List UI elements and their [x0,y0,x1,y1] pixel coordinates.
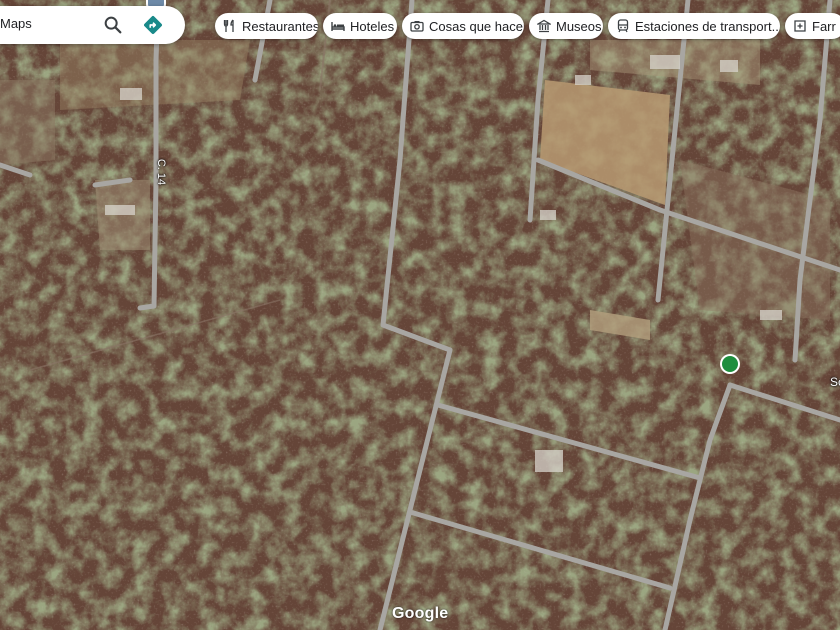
transit-icon [617,19,629,33]
chip-label: Estaciones de transport... [635,18,780,34]
search-text: Maps [0,16,32,31]
search-icon[interactable] [102,14,124,36]
chip-estaciones-de-transporte[interactable]: Estaciones de transport... [608,13,780,39]
google-logo: Google [392,605,449,622]
chip-label: Hoteles [350,18,395,34]
hotel-icon [331,22,345,31]
satellite-map[interactable] [0,0,840,630]
chip-cosas-que-hacer[interactable]: Cosas que hacer [402,13,524,39]
chip-museos[interactable]: Museos [529,13,603,39]
camera-icon [410,21,424,32]
chip-label: Cosas que hacer [429,18,524,34]
place-label[interactable]: Sc [830,375,840,389]
chip-hoteles[interactable]: Hoteles [323,13,397,39]
chip-label: Farr [812,18,836,34]
clearing-area [0,80,55,165]
museum-icon [537,19,551,33]
place-pin[interactable] [720,354,740,374]
chip-farmacias[interactable]: Farr [785,13,840,39]
chip-label: Restaurantes [242,18,318,34]
directions-icon[interactable] [142,14,164,36]
place-pin-icon [722,356,738,372]
chip-restaurantes[interactable]: Restaurantes [215,13,318,39]
chip-label: Museos [556,18,602,34]
restaurant-icon [223,19,234,32]
street-label: C. 14 [155,158,168,186]
search-box[interactable]: Maps [0,6,185,44]
pharmacy-icon [794,20,806,32]
